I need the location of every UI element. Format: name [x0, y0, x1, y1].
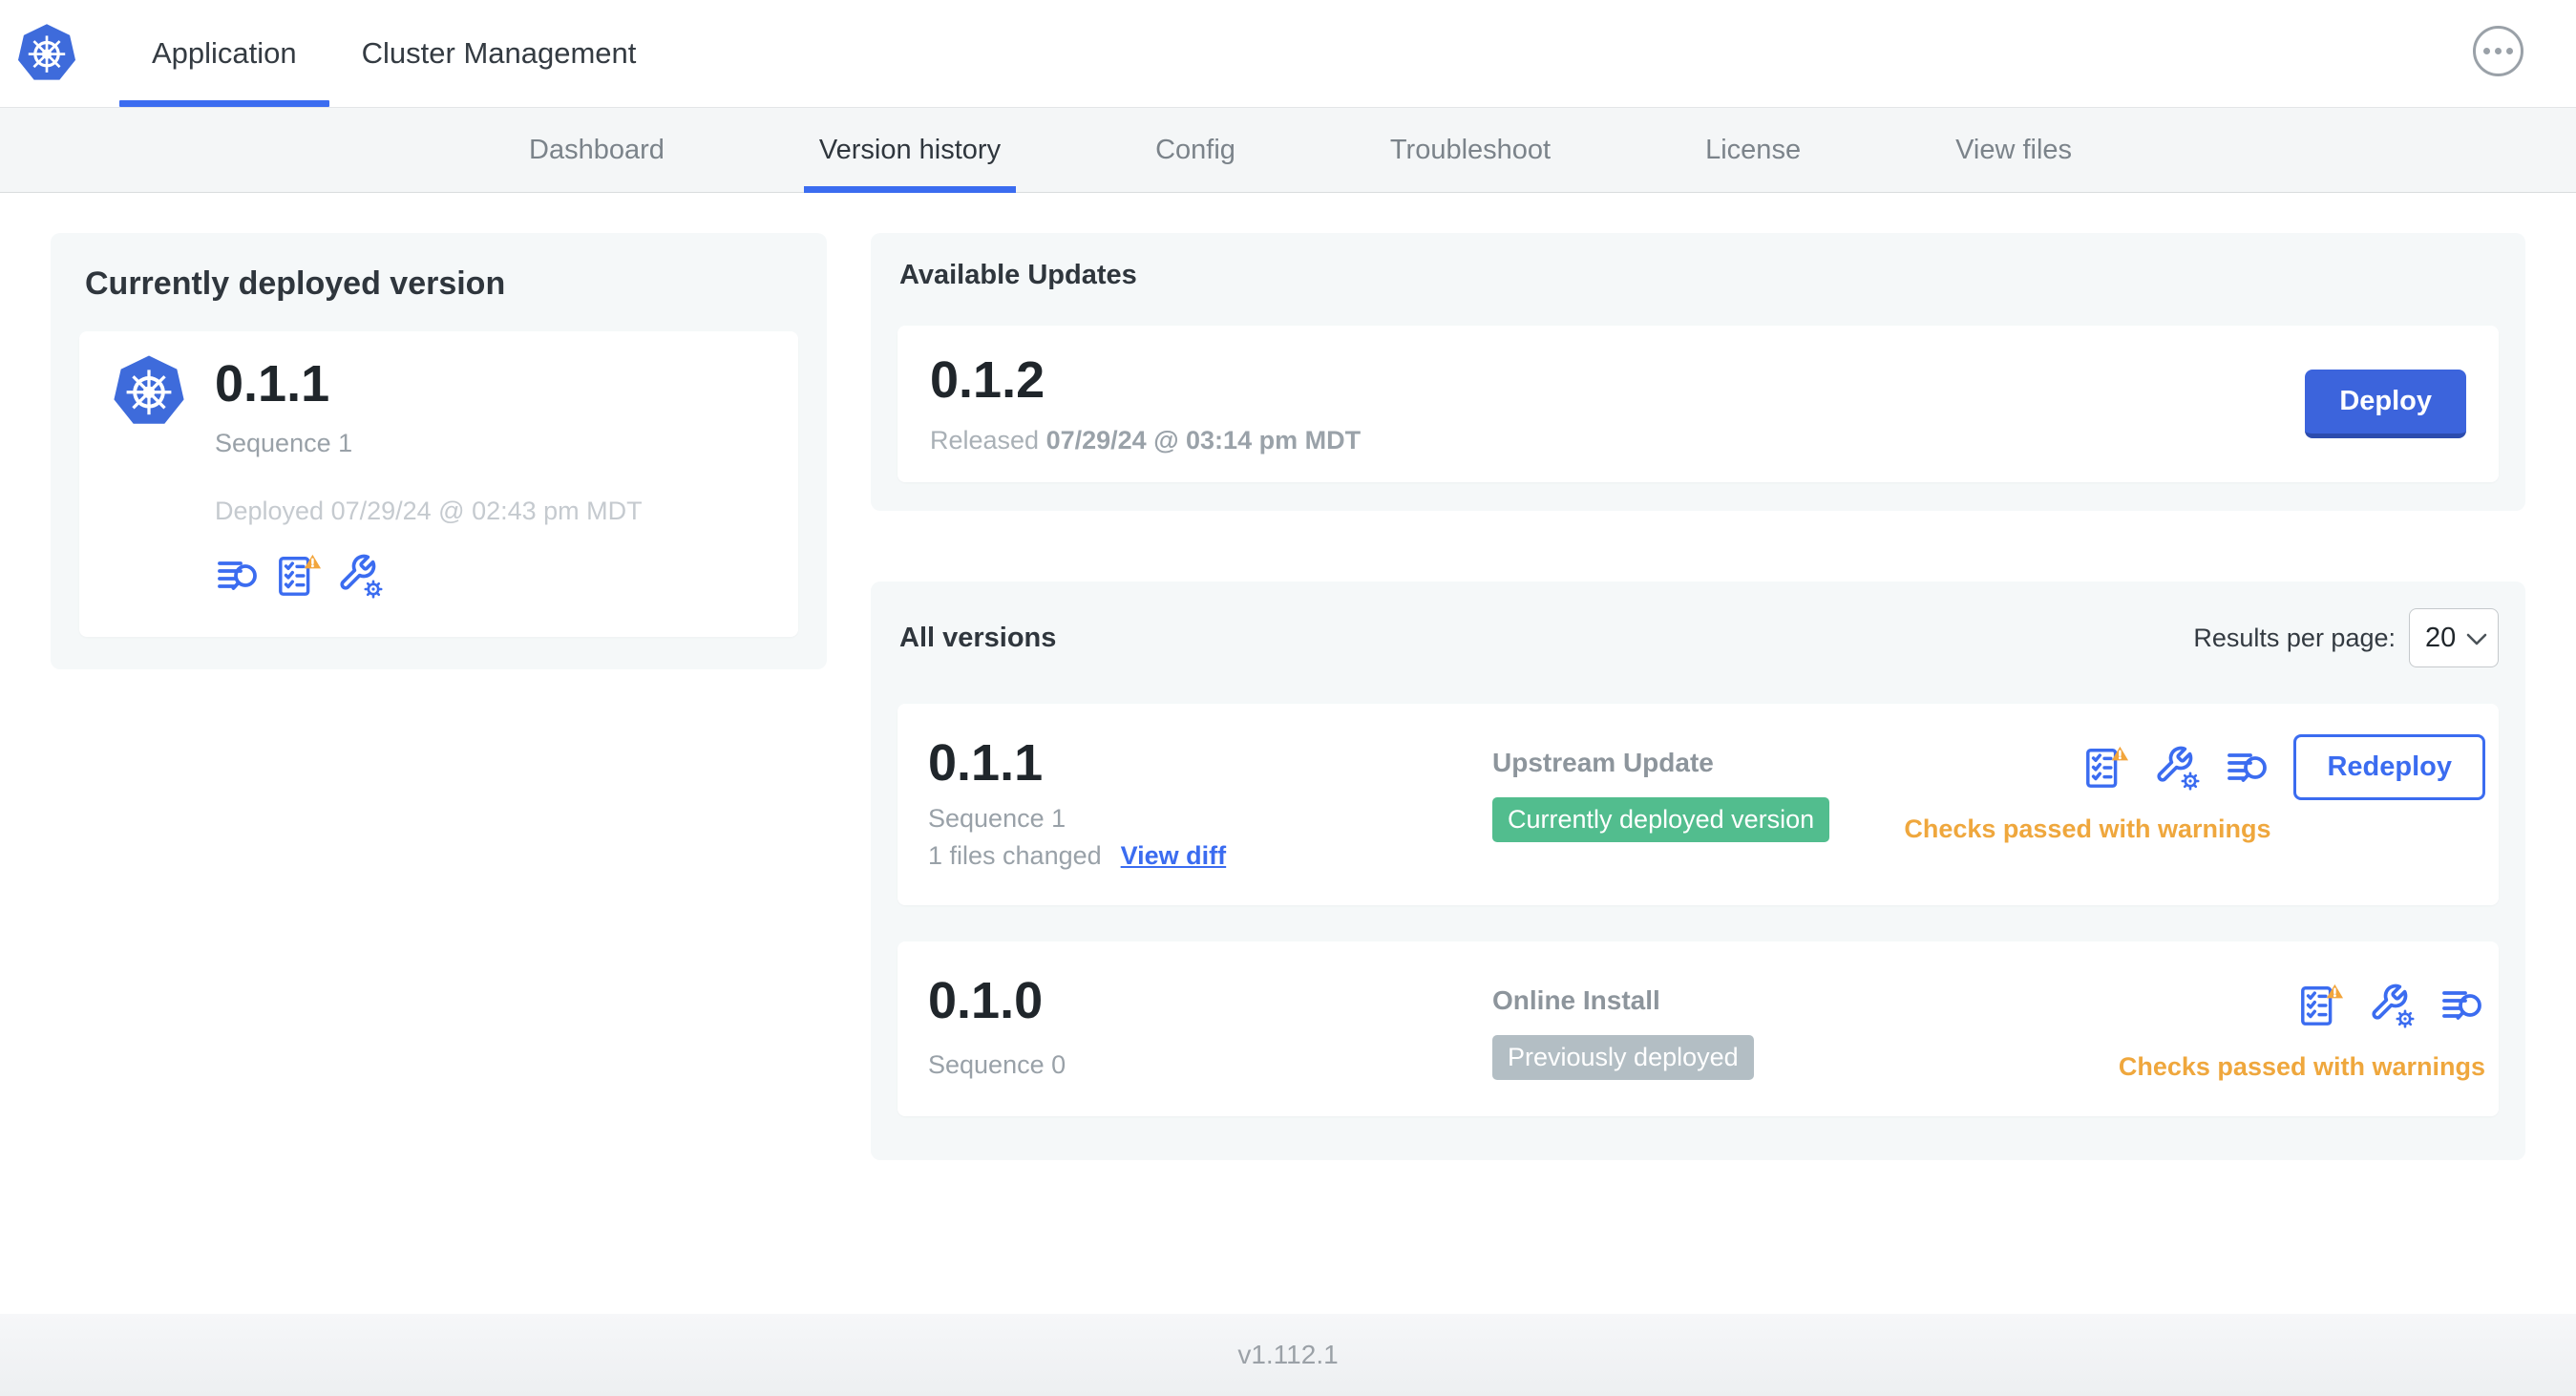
subnav-tab-dashboard-label: Dashboard: [529, 134, 665, 165]
row-action-icons: [2083, 734, 2270, 801]
deploy-button[interactable]: Deploy: [2305, 370, 2466, 439]
tab-cluster-management-label: Cluster Management: [361, 36, 637, 70]
previously-deployed-badge: Previously deployed: [1492, 1034, 1754, 1080]
files-changed-label: 1 files changed: [928, 840, 1102, 870]
results-per-page-label: Results per page:: [2193, 623, 2396, 652]
kubernetes-logo: [16, 0, 77, 107]
wrench-gear-icon[interactable]: [337, 553, 383, 599]
version-row-right: Checks passed with warnings: [2119, 972, 2485, 1082]
current-version-actions: [215, 553, 643, 599]
version-row: 0.1.0 Sequence 0 Online Install Previous…: [897, 941, 2499, 1116]
update-released-line: Released 07/29/24 @ 03:14 pm MDT: [930, 426, 1361, 455]
checks-status-text: Checks passed with warnings: [2118, 1051, 2485, 1081]
row-files-line: 1 files changed View diff: [928, 841, 1492, 871]
update-version-number: 0.1.2: [930, 351, 1045, 409]
version-row: 0.1.1 Sequence 1 1 files changed View di…: [897, 704, 2499, 905]
row-action-icons: [2298, 972, 2485, 1039]
results-per-page: Results per page: 20: [2193, 608, 2499, 668]
active-tab-underline: [119, 100, 329, 107]
checklist-warning-icon[interactable]: [2083, 745, 2130, 791]
subnav-tab-troubleshoot-label: Troubleshoot: [1389, 134, 1552, 165]
ellipsis-menu-icon[interactable]: [2473, 26, 2523, 76]
version-row-right: Checks passed with warnings Redeploy: [1904, 734, 2485, 844]
row-version-number: 0.1.0: [928, 971, 1044, 1029]
subnav-tab-config-label: Config: [1155, 134, 1235, 165]
available-updates-title: Available Updates: [899, 260, 1137, 290]
wrench-gear-icon[interactable]: [2154, 745, 2200, 791]
dot: [2506, 48, 2513, 54]
main-content: Currently deployed version 0.1.1 Sequenc…: [0, 193, 2576, 1314]
current-version-sequence: Sequence 1: [215, 429, 353, 458]
top-nav: Application Cluster Management: [0, 0, 2576, 108]
row-sequence: Sequence 1: [928, 803, 1066, 833]
diff-lines-icon[interactable]: [2439, 983, 2485, 1028]
currently-deployed-badge: Currently deployed version: [1492, 797, 1830, 843]
results-per-page-select-wrap: 20: [2409, 608, 2499, 668]
all-versions-panel: All versions Results per page: 20 0.1.1 …: [871, 582, 2525, 1160]
checklist-warning-icon[interactable]: [276, 553, 322, 599]
released-label: Released: [930, 426, 1040, 455]
version-row-left: 0.1.0 Sequence 0: [928, 972, 1492, 1080]
subnav-tab-view-files-label: View files: [1955, 134, 2073, 165]
row-source: Upstream Update: [1492, 748, 1714, 778]
right-column: Available Updates 0.1.2 Released 07/29/2…: [871, 233, 2525, 1160]
subnav-tab-dashboard[interactable]: Dashboard: [514, 108, 680, 192]
footer: v1.112.1: [0, 1314, 2576, 1396]
dot: [2483, 48, 2490, 54]
subnav-tab-view-files[interactable]: View files: [1940, 108, 2087, 192]
released-datetime: 07/29/24 @ 03:14 pm MDT: [1045, 426, 1362, 455]
version-row-middle: Online Install Previously deployed: [1492, 972, 2119, 1080]
current-version-details: 0.1.1 Sequence 1 Deployed 07/29/24 @ 02:…: [215, 354, 643, 599]
subnav-tab-license[interactable]: License: [1690, 108, 1816, 192]
row-source: Online Install: [1492, 984, 1660, 1015]
current-version-deployed-date: Deployed 07/29/24 @ 02:43 pm MDT: [215, 497, 643, 526]
sub-nav: Dashboard Version history Config Trouble…: [0, 108, 2576, 193]
row-version-number: 0.1.1: [928, 734, 1044, 793]
subnav-tab-config[interactable]: Config: [1140, 108, 1251, 192]
update-details: 0.1.2 Released 07/29/24 @ 03:14 pm MDT: [930, 351, 1361, 455]
tab-application[interactable]: Application: [119, 0, 329, 107]
redeploy-button[interactable]: Redeploy: [2293, 734, 2485, 801]
checklist-warning-icon[interactable]: [2298, 983, 2344, 1028]
row-icons-and-status: Checks passed with warnings: [1904, 734, 2270, 844]
dot: [2495, 48, 2502, 54]
subnav-tab-license-label: License: [1705, 134, 1802, 165]
subnav-tab-version-history[interactable]: Version history: [803, 108, 1017, 193]
wrench-gear-icon[interactable]: [2369, 983, 2415, 1028]
subnav-tab-version-history-label: Version history: [818, 134, 1002, 165]
all-versions-header: All versions Results per page: 20: [897, 608, 2499, 668]
all-versions-title: All versions: [899, 622, 1057, 653]
current-version-card: 0.1.1 Sequence 1 Deployed 07/29/24 @ 02:…: [79, 331, 798, 638]
page: Application Cluster Management Dashboard…: [0, 0, 2576, 1396]
row-sequence: Sequence 0: [928, 1050, 1066, 1080]
row-icons-and-status: Checks passed with warnings: [2119, 972, 2485, 1082]
current-version-panel: Currently deployed version 0.1.1 Sequenc…: [51, 233, 827, 670]
diff-lines-icon[interactable]: [2225, 745, 2270, 791]
current-version-title: Currently deployed version: [85, 265, 506, 302]
app-icon: [112, 354, 186, 429]
version-row-left: 0.1.1 Sequence 1 1 files changed View di…: [928, 734, 1492, 870]
view-diff-link[interactable]: View diff: [1121, 841, 1227, 871]
available-updates-panel: Available Updates 0.1.2 Released 07/29/2…: [871, 233, 2525, 512]
tab-cluster-management[interactable]: Cluster Management: [329, 0, 669, 107]
version-row-middle: Upstream Update Currently deployed versi…: [1492, 734, 1904, 843]
current-version-number: 0.1.1: [215, 355, 330, 412]
checks-status-text: Checks passed with warnings: [1904, 814, 2271, 844]
subnav-tab-troubleshoot[interactable]: Troubleshoot: [1375, 108, 1566, 192]
results-per-page-select[interactable]: 20: [2409, 608, 2499, 668]
available-update-card: 0.1.2 Released 07/29/24 @ 03:14 pm MDT D…: [897, 326, 2499, 483]
console-version: v1.112.1: [1237, 1340, 1339, 1369]
tab-application-label: Application: [152, 36, 297, 70]
diff-lines-icon[interactable]: [215, 553, 261, 599]
active-subtab-underline: [803, 186, 1017, 193]
